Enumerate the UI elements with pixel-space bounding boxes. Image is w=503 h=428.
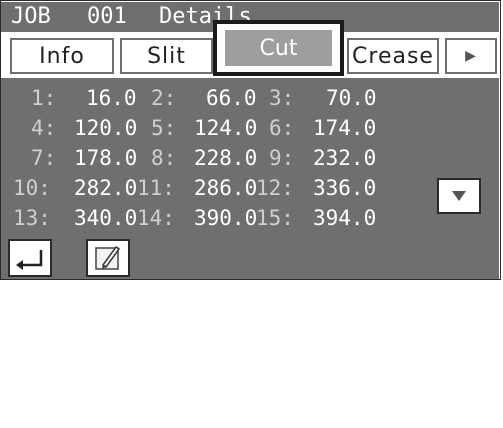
cut-index: 6: <box>269 116 295 140</box>
back-button[interactable] <box>8 239 52 277</box>
cut-value: 66.0 <box>206 86 257 110</box>
tab-info[interactable]: Info <box>10 38 114 74</box>
cut-index: 12: <box>256 176 294 200</box>
cut-index: 13: <box>13 206 51 230</box>
cut-value: 340.0 <box>74 206 138 230</box>
cut-value: 124.0 <box>194 116 258 140</box>
cut-value: 232.0 <box>313 146 377 170</box>
scroll-down-button[interactable] <box>437 178 481 214</box>
cut-index: 11: <box>137 176 175 200</box>
tab-cut[interactable]: Cut <box>213 20 344 76</box>
cut-index: 10: <box>13 176 51 200</box>
cut-index: 3: <box>269 86 295 110</box>
cut-index: 14: <box>137 206 175 230</box>
cut-value: 16.0 <box>86 86 137 110</box>
job-label: JOB <box>11 4 51 29</box>
tab-crease[interactable]: Crease <box>347 38 439 74</box>
list-row: 4: 120.0 5: 124.0 6: 174.0 <box>1 114 376 142</box>
list-row: 10: 282.0 11: 286.0 12: 336.0 <box>1 174 376 202</box>
cut-value: 286.0 <box>194 176 258 200</box>
pencil-edit-icon <box>95 245 121 270</box>
list-row: 13: 340.0 14: 390.0 15: 394.0 <box>1 204 376 232</box>
cut-positions-panel: 1: 16.0 2: 66.0 3: 70.0 4: 120.0 5: 124.… <box>1 78 499 235</box>
footer-bar <box>1 235 499 280</box>
cut-index: 9: <box>269 146 295 170</box>
cut-value: 282.0 <box>74 176 138 200</box>
triangle-down-icon <box>452 191 466 201</box>
cut-index: 7: <box>31 146 57 170</box>
job-details-screen: JOB 001 Details Info Slit Crease ▶ 1: 16… <box>0 0 503 282</box>
cut-value: 178.0 <box>74 146 138 170</box>
cut-index: 5: <box>151 116 177 140</box>
cut-index: 1: <box>31 86 57 110</box>
job-number: 001 <box>87 4 127 29</box>
tab-next-arrow[interactable]: ▶ <box>445 38 497 74</box>
list-row: 1: 16.0 2: 66.0 3: 70.0 <box>1 84 377 112</box>
cut-value: 336.0 <box>313 176 377 200</box>
cut-value: 228.0 <box>194 146 258 170</box>
cut-index: 2: <box>151 86 177 110</box>
list-row: 7: 178.0 8: 228.0 9: 232.0 <box>1 144 376 172</box>
cut-index: 4: <box>31 116 57 140</box>
cut-value: 390.0 <box>194 206 258 230</box>
cut-index: 8: <box>151 146 177 170</box>
tab-slit[interactable]: Slit <box>120 38 213 74</box>
cut-value: 70.0 <box>326 86 377 110</box>
cut-index: 15: <box>256 206 294 230</box>
return-arrow-icon <box>16 250 43 270</box>
edit-button[interactable] <box>86 239 130 277</box>
cut-value: 120.0 <box>74 116 138 140</box>
cut-value: 394.0 <box>313 206 377 230</box>
cut-value: 174.0 <box>313 116 377 140</box>
tab-cut-label: Cut <box>223 28 334 68</box>
